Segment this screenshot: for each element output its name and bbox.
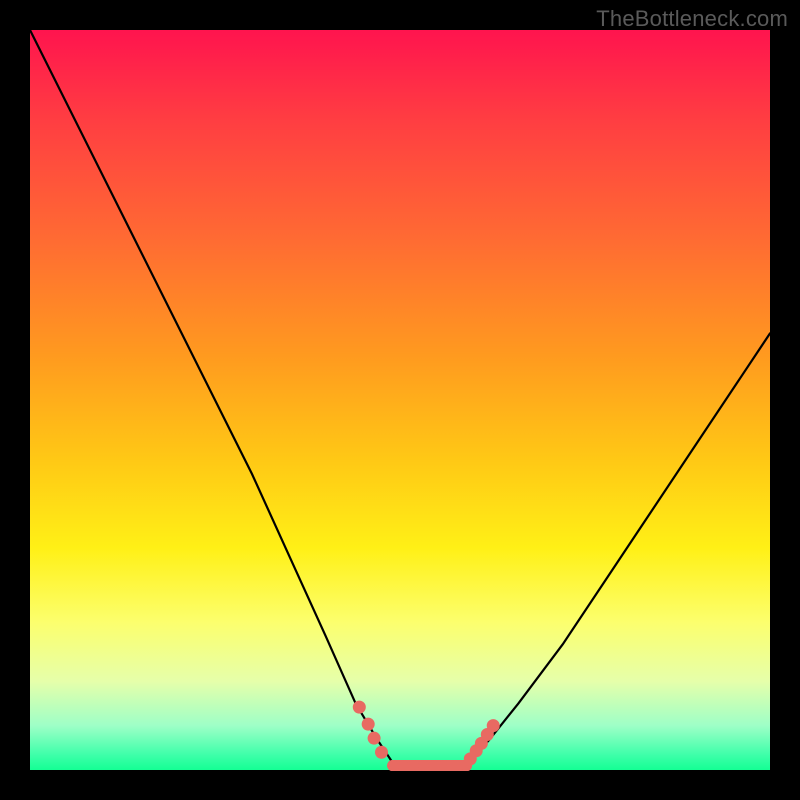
data-marker — [362, 718, 375, 731]
data-marker — [461, 760, 472, 771]
right-branch-curve — [467, 333, 770, 762]
curves-svg — [30, 30, 770, 770]
data-marker — [449, 760, 460, 771]
left-branch-curve — [30, 30, 393, 763]
data-marker — [375, 746, 388, 759]
plot-area — [30, 30, 770, 770]
data-marker — [487, 719, 500, 732]
data-marker — [418, 760, 429, 771]
watermark-text: TheBottleneck.com — [596, 6, 788, 32]
data-marker — [439, 760, 450, 771]
data-marker — [397, 760, 408, 771]
data-marker — [387, 760, 398, 771]
chart-frame: TheBottleneck.com — [0, 0, 800, 800]
markers-left-cluster — [353, 701, 388, 759]
data-marker — [429, 760, 440, 771]
data-marker — [353, 701, 366, 714]
data-marker — [368, 732, 381, 745]
data-marker — [408, 760, 419, 771]
markers-right-cluster — [464, 719, 500, 765]
